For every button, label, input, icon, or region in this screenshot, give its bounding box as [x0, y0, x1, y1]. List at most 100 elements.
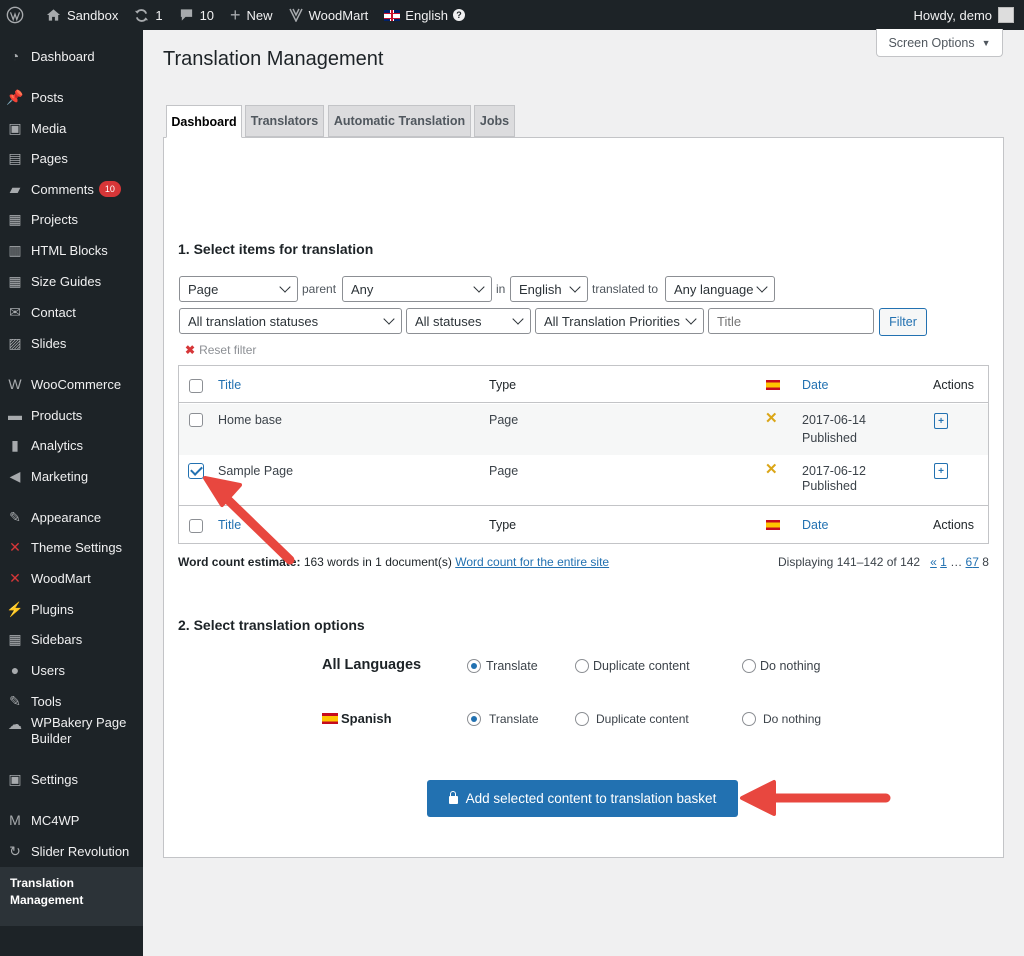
- date-column-footer[interactable]: Date: [802, 518, 828, 532]
- sidebar-item-settings[interactable]: ▣ Settings: [0, 766, 143, 792]
- date-column-header[interactable]: Date: [802, 378, 828, 392]
- sidebar-item-size-guides[interactable]: ▦ Size Guides: [0, 268, 143, 294]
- comment-icon: [179, 8, 194, 22]
- add-to-basket-icon[interactable]: +: [934, 413, 948, 429]
- prev-page-link[interactable]: «: [930, 555, 937, 569]
- translation-status-select[interactable]: All translation statuses: [179, 308, 402, 334]
- row-title[interactable]: Sample Page: [218, 464, 293, 478]
- row-checkbox[interactable]: [188, 463, 204, 479]
- comments-menu[interactable]: 10: [171, 0, 222, 30]
- sidebar-item-woodmart[interactable]: ✕ WoodMart: [0, 565, 143, 591]
- chevron-down-icon: [756, 281, 768, 293]
- sidebar-item-marketing[interactable]: ◀ Marketing: [0, 463, 143, 489]
- source-language-select[interactable]: English: [510, 276, 588, 302]
- es-duplicate-label: Duplicate content: [596, 712, 689, 726]
- pages-icon: ▤: [8, 149, 22, 166]
- sidebar-item-comments[interactable]: ▰ Comments 10: [0, 176, 143, 202]
- sidebar-item-theme-settings[interactable]: ✕ Theme Settings: [0, 534, 143, 560]
- blocks-icon: ▥: [8, 241, 22, 258]
- select-all-checkbox[interactable]: [189, 379, 203, 393]
- my-account-menu[interactable]: Howdy, demo: [905, 0, 1024, 30]
- chevron-down-icon: [473, 281, 485, 293]
- sidebar-item-analytics[interactable]: ▮ Analytics: [0, 432, 143, 458]
- media-icon: ▣: [8, 119, 22, 136]
- sidebar-item-label: Contact: [31, 304, 76, 320]
- select-all-checkbox-footer[interactable]: [189, 519, 203, 533]
- updates-menu[interactable]: 1: [126, 0, 170, 30]
- add-to-basket-icon[interactable]: +: [934, 463, 948, 479]
- sidebar-item-media[interactable]: ▣ Media: [0, 115, 143, 141]
- all-duplicate-radio[interactable]: [575, 659, 589, 673]
- es-nothing-radio[interactable]: [742, 712, 756, 726]
- page-7-link[interactable]: 7: [972, 555, 979, 569]
- word-count-site-link[interactable]: Word count for the entire site: [455, 555, 609, 569]
- sidebar-item-tools[interactable]: ✎ Tools: [0, 688, 143, 714]
- language-switcher[interactable]: English ?: [376, 0, 473, 30]
- items-table: Title Type Date Actions Home base Page ✕…: [178, 365, 989, 544]
- sidebar-item-woocommerce[interactable]: W WooCommerce: [0, 371, 143, 397]
- es-translate-label: Translate: [489, 712, 539, 726]
- reset-filter-link[interactable]: ✖ Reset filter: [185, 343, 256, 357]
- status-select[interactable]: All statuses: [406, 308, 531, 334]
- current-page: 8: [982, 555, 989, 569]
- sidebar-item-label: WPBakery Page Builder: [31, 715, 126, 747]
- tab-translators[interactable]: Translators: [245, 105, 324, 137]
- sidebar-item-sidebars[interactable]: ▦ Sidebars: [0, 626, 143, 652]
- row-title[interactable]: Home base: [218, 413, 282, 427]
- sidebar-item-pages[interactable]: ▤ Pages: [0, 145, 143, 171]
- title-column-footer[interactable]: Title: [218, 518, 241, 532]
- sidebar-item-plugins[interactable]: ⚡ Plugins: [0, 596, 143, 622]
- priority-select[interactable]: All Translation Priorities: [535, 308, 704, 334]
- sidebar-item-users[interactable]: ● Users: [0, 657, 143, 683]
- es-translate-radio[interactable]: [467, 712, 481, 726]
- tab-jobs[interactable]: Jobs: [474, 105, 515, 137]
- sidebar-item-html-blocks[interactable]: ▥ HTML Blocks: [0, 237, 143, 263]
- page-title: Translation Management: [163, 48, 384, 70]
- woodmart-menu[interactable]: WoodMart: [281, 0, 377, 30]
- type-column-footer: Type: [489, 518, 517, 532]
- table-row: Home base Page ✕ 2017-06-14 Published +: [179, 404, 988, 455]
- screen-options-button[interactable]: Screen Options ▼: [876, 29, 1003, 57]
- actions-column-footer: Actions: [933, 518, 974, 532]
- sidebar-item-contact[interactable]: ✉ Contact: [0, 299, 143, 325]
- target-language-value: Any language: [674, 281, 754, 297]
- all-languages-label: All Languages: [322, 657, 422, 673]
- filter-button[interactable]: Filter: [879, 308, 927, 336]
- parent-select[interactable]: Any: [342, 276, 492, 302]
- help-icon[interactable]: ?: [452, 9, 465, 21]
- site-name-menu[interactable]: Sandbox: [38, 0, 126, 30]
- sidebar-item-label: Size Guides: [31, 273, 102, 289]
- target-language-select[interactable]: Any language: [665, 276, 775, 302]
- title-column-header[interactable]: Title: [218, 378, 241, 392]
- sidebar-item-dashboard[interactable]: ◔ Dashboard: [0, 43, 143, 69]
- tab-automatic-translation[interactable]: Automatic Translation: [328, 105, 471, 137]
- sidebar-item-slider-revolution[interactable]: ↻ Slider Revolution: [0, 838, 143, 864]
- page-1-link[interactable]: 1: [940, 555, 947, 569]
- sidebar-item-posts[interactable]: 📌 Posts: [0, 84, 143, 110]
- chevron-down-icon: [569, 281, 581, 293]
- all-translate-radio[interactable]: [467, 659, 481, 673]
- wp-logo-menu[interactable]: [0, 0, 38, 30]
- title-search-input[interactable]: [708, 308, 874, 334]
- sidebar-item-projects[interactable]: ▦ Projects: [0, 206, 143, 232]
- not-translated-icon[interactable]: ✕: [765, 460, 778, 478]
- es-duplicate-radio[interactable]: [575, 712, 589, 726]
- dashboard-icon: ◔: [10, 48, 20, 64]
- row-checkbox[interactable]: [189, 413, 203, 427]
- sidebar-item-wpbakery-page[interactable]: ☁ WPBakery Page Builder: [0, 715, 143, 749]
- sidebar-item-appearance[interactable]: ✎ Appearance: [0, 504, 143, 530]
- all-nothing-radio[interactable]: [742, 659, 756, 673]
- submenu-item-translation-management[interactable]: Translation Management: [10, 875, 100, 909]
- new-content-menu[interactable]: + New: [222, 0, 281, 30]
- sidebar-item-label: Theme Settings: [31, 539, 123, 555]
- language-label: English: [405, 7, 448, 23]
- table-header: Title Type Date Actions: [179, 366, 988, 403]
- not-translated-icon[interactable]: ✕: [765, 409, 778, 427]
- add-to-basket-button[interactable]: Add selected content to translation bask…: [427, 780, 738, 817]
- sidebar-item-slides[interactable]: ▨ Slides: [0, 330, 143, 356]
- email-icon: ✉: [9, 303, 21, 320]
- sidebar-item-mc4wp[interactable]: M MC4WP: [0, 807, 143, 833]
- tab-dashboard[interactable]: Dashboard: [166, 105, 242, 138]
- post-type-select[interactable]: Page: [179, 276, 298, 302]
- sidebar-item-products[interactable]: ▬ Products: [0, 402, 143, 428]
